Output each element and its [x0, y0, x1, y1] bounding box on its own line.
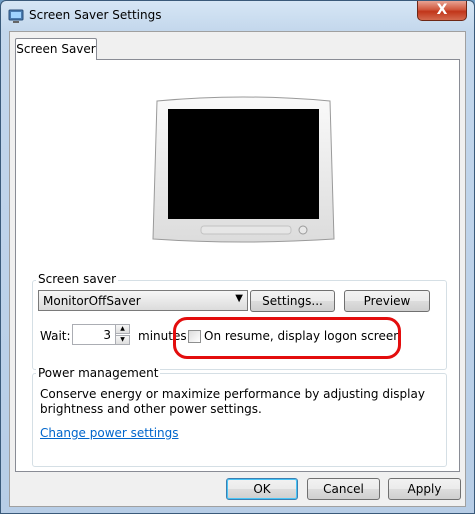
preview-button[interactable]: Preview: [344, 290, 430, 312]
change-power-settings-link[interactable]: Change power settings: [40, 426, 179, 440]
cancel-button[interactable]: Cancel: [307, 478, 380, 500]
spin-up-button[interactable]: ▲: [115, 324, 130, 334]
screen-saver-selected: MonitorOffSaver: [43, 294, 141, 308]
wait-minutes-spinner: ▲ ▼: [115, 324, 130, 345]
settings-button[interactable]: Settings...: [250, 290, 335, 312]
chevron-down-icon: ▼: [235, 293, 243, 304]
title-bar[interactable]: Screen Saver Settings X: [1, 1, 474, 31]
ok-button[interactable]: OK: [226, 478, 298, 500]
window-title: Screen Saver Settings: [29, 8, 162, 22]
wait-minutes-value: 3: [103, 328, 111, 342]
monitor-preview-icon: [152, 96, 335, 243]
tab-screen-saver[interactable]: Screen Saver: [15, 38, 97, 60]
power-description-line2: brightness and other power settings.: [40, 402, 262, 416]
wait-minutes-input[interactable]: 3: [72, 324, 116, 345]
power-management-group-label: Power management: [36, 366, 161, 380]
power-description-line1: Conserve energy or maximize performance …: [40, 387, 425, 401]
close-button[interactable]: X: [417, 1, 467, 21]
red-highlight-annotation: [173, 317, 401, 359]
screen-saver-app-icon: [8, 9, 24, 23]
wait-label: Wait:: [40, 329, 71, 343]
apply-button[interactable]: Apply: [388, 478, 461, 500]
screen-saver-group-label: Screen saver: [36, 272, 119, 286]
spin-down-button[interactable]: ▼: [115, 335, 130, 345]
close-icon: X: [436, 2, 448, 18]
screen-saver-dropdown[interactable]: MonitorOffSaver ▼: [38, 290, 248, 311]
